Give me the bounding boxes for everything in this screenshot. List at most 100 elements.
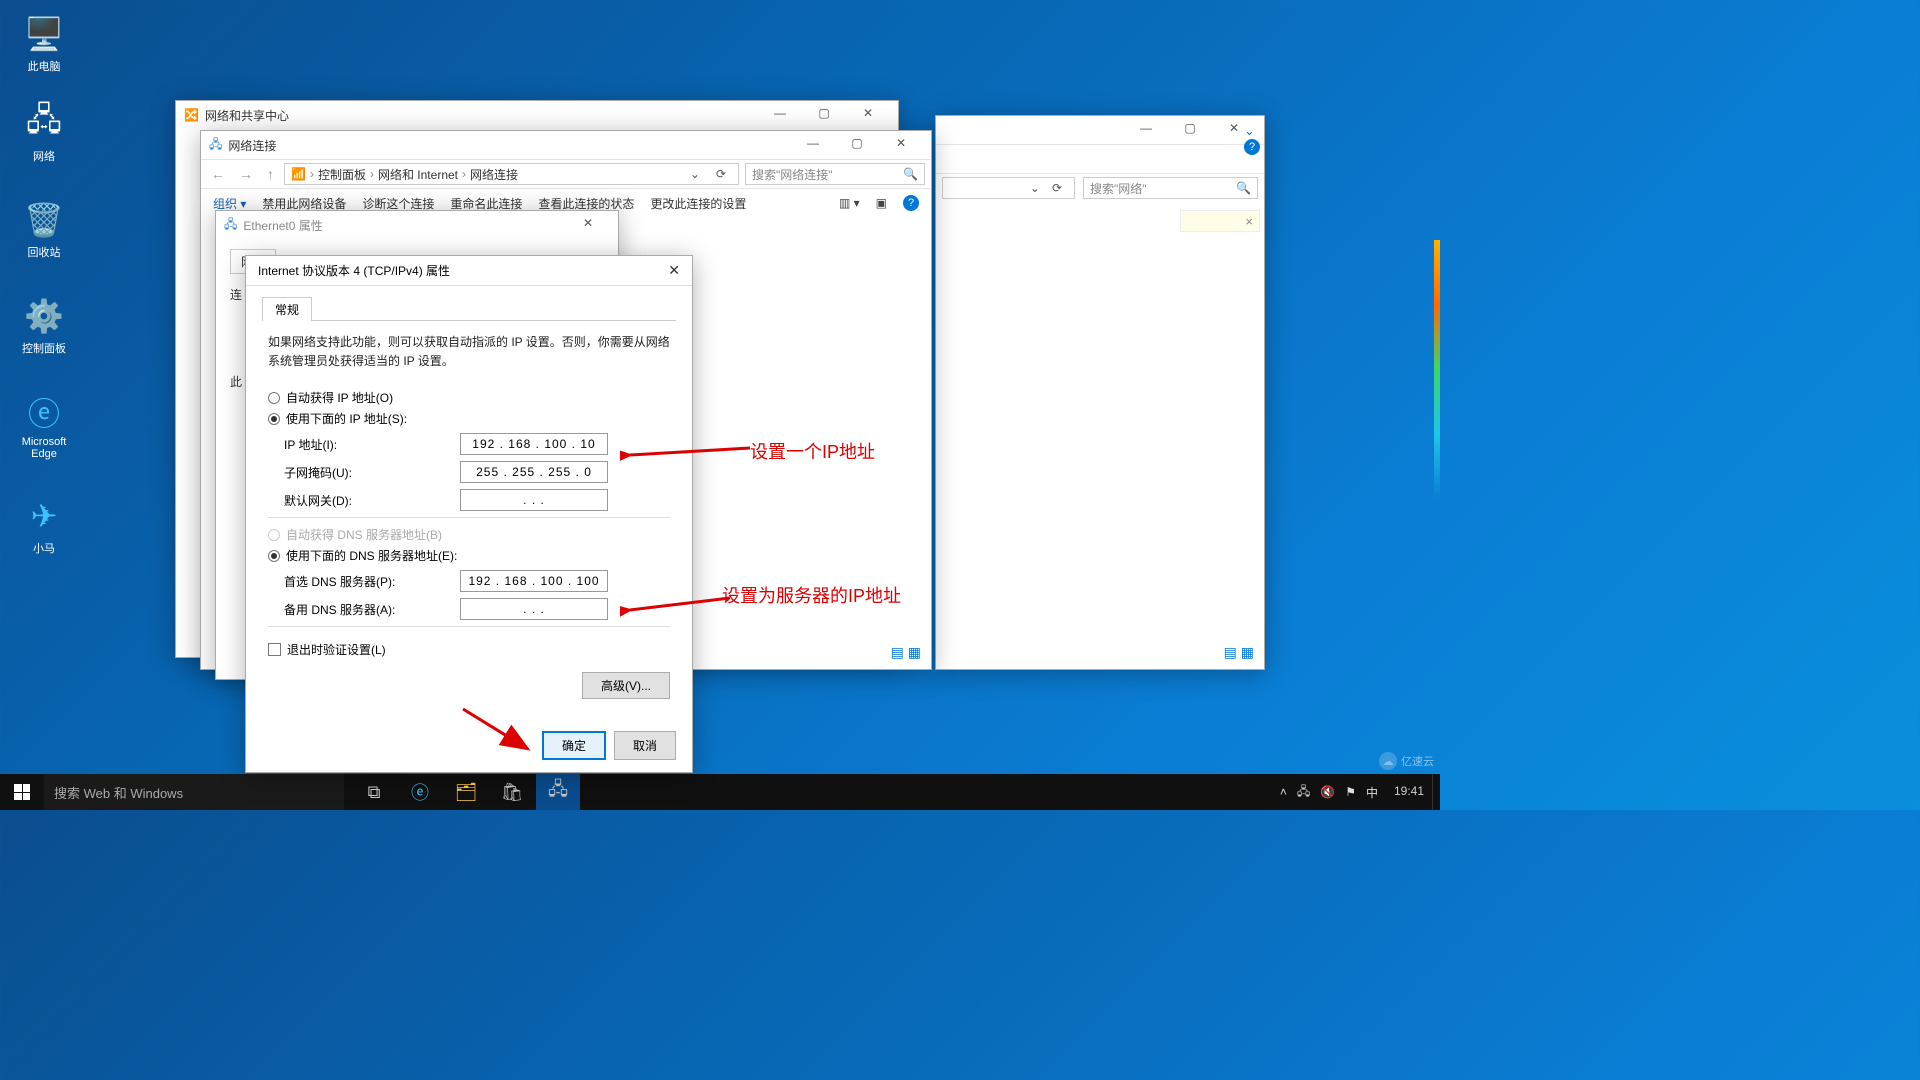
- close-icon[interactable]: ×: [1245, 214, 1253, 229]
- minimize-button[interactable]: —: [758, 101, 802, 129]
- window-title: 网络和共享中心: [205, 107, 289, 124]
- up-button[interactable]: ↑: [263, 166, 278, 182]
- pc-icon: 🖥️: [24, 14, 64, 54]
- crumb-control-panel[interactable]: 控制面板: [318, 166, 366, 183]
- taskbar-clock[interactable]: 19:41: [1386, 785, 1432, 798]
- dialog-ipv4-properties: Internet 协议版本 4 (TCP/IPv4) 属性 ✕ 常规 如果网络支…: [245, 255, 693, 773]
- start-button[interactable]: [0, 774, 44, 810]
- cmd-change[interactable]: 更改此连接的设置: [650, 195, 746, 212]
- tray-volume-icon[interactable]: 🔇: [1320, 785, 1335, 799]
- desktop-icon-control-panel[interactable]: ⚙️ 控制面板: [8, 296, 80, 356]
- task-view-button[interactable]: ⧉: [352, 774, 396, 810]
- titlebar[interactable]: — ▢ ✕: [936, 116, 1264, 144]
- address-bar-row: ← → ↑ 📶 › 控制面板 › 网络和 Internet › 网络连接 ⌄ ⟳…: [201, 159, 931, 189]
- dialog-titlebar[interactable]: Internet 协议版本 4 (TCP/IPv4) 属性 ✕: [246, 256, 692, 286]
- info-bar[interactable]: ×: [1180, 210, 1260, 232]
- label-alternate-dns: 备用 DNS 服务器(A):: [284, 601, 460, 618]
- system-tray[interactable]: ˄ 🖧 🔇 ⚑ 中: [1272, 782, 1386, 803]
- show-desktop-button[interactable]: [1432, 774, 1440, 810]
- watermark: ☁亿速云: [1379, 752, 1434, 770]
- refresh-button[interactable]: ⟳: [1046, 181, 1068, 195]
- search-input[interactable]: 搜索"网络连接" 🔍: [745, 163, 925, 185]
- maximize-button[interactable]: ▢: [802, 101, 846, 129]
- desktop-icon-label: 控制面板: [8, 340, 80, 356]
- crumb-network-connections[interactable]: 网络连接: [470, 166, 518, 183]
- titlebar[interactable]: 🖧 网络连接 — ▢ ✕: [201, 131, 931, 159]
- input-alternate-dns[interactable]: . . .: [460, 598, 608, 620]
- preview-pane-button[interactable]: ▣: [876, 196, 887, 210]
- cmd-disable[interactable]: 禁用此网络设备: [262, 195, 346, 212]
- adapter-icon: 🖧: [224, 215, 237, 236]
- window-title: 网络连接: [228, 137, 276, 154]
- close-button[interactable]: ✕: [879, 131, 923, 159]
- tray-network-icon[interactable]: 🖧: [1297, 782, 1310, 803]
- input-subnet-mask[interactable]: 255 . 255 . 255 . 0: [460, 461, 608, 483]
- help-icon[interactable]: ?: [1244, 139, 1260, 155]
- desktop-icon-edge[interactable]: ⓔ Microsoft Edge: [8, 392, 80, 460]
- minimize-button[interactable]: —: [791, 131, 835, 159]
- desktop-icon-recycle-bin[interactable]: 🗑️ 回收站: [8, 200, 80, 260]
- taskbar-app-running[interactable]: 🖧: [536, 774, 580, 810]
- taskbar-app-edge[interactable]: ⓔ: [398, 774, 442, 810]
- tab-general[interactable]: 常规: [262, 297, 312, 321]
- desktop-icon-label: Microsoft Edge: [8, 436, 80, 460]
- checkbox-validate-exit[interactable]: [268, 643, 281, 656]
- back-button[interactable]: ←: [207, 166, 229, 182]
- tray-overflow-icon[interactable]: ˄: [1280, 785, 1287, 799]
- help-button[interactable]: ?: [903, 195, 919, 211]
- network-icon: 🖧: [24, 104, 64, 144]
- titlebar[interactable]: 🔀 网络和共享中心 — ▢ ✕: [176, 101, 898, 129]
- radio-icon: [268, 529, 280, 541]
- cpanel-icon: ⚙️: [24, 296, 64, 336]
- close-button[interactable]: ✕: [846, 101, 890, 129]
- search-icon: 🔍: [1236, 181, 1251, 195]
- cmd-status[interactable]: 查看此连接的状态: [538, 195, 634, 212]
- search-placeholder: 搜索"网络连接": [752, 166, 833, 183]
- titlebar[interactable]: 🖧 Ethernet0 属性 ✕: [216, 211, 618, 239]
- refresh-button[interactable]: ⟳: [710, 167, 732, 181]
- radio-manual-dns[interactable]: 使用下面的 DNS 服务器地址(E):: [268, 547, 670, 564]
- ok-button[interactable]: 确定: [542, 731, 606, 760]
- maximize-button[interactable]: ▢: [835, 131, 879, 159]
- taskbar-search-input[interactable]: 搜索 Web 和 Windows: [44, 774, 344, 810]
- advanced-button[interactable]: 高级(V)...: [582, 672, 670, 699]
- maximize-button[interactable]: ▢: [1168, 116, 1212, 144]
- forward-button[interactable]: →: [235, 166, 257, 182]
- taskbar: 搜索 Web 和 Windows ⧉ ⓔ 🗂 🛍 🖧 ˄ 🖧 🔇 ⚑ 中 19:…: [0, 774, 1440, 810]
- tray-ime-icon[interactable]: 中: [1366, 784, 1378, 801]
- radio-manual-ip[interactable]: 使用下面的 IP 地址(S):: [268, 410, 670, 427]
- organize-menu[interactable]: 组织 ▾: [213, 195, 246, 212]
- taskbar-app-store[interactable]: 🛍: [490, 774, 534, 810]
- window-title: Ethernet0 属性: [243, 217, 322, 234]
- desktop-icon-this-pc[interactable]: 🖥️ 此电脑: [8, 14, 80, 74]
- label-ip-address: IP 地址(I):: [284, 436, 460, 453]
- dialog-title-text: Internet 协议版本 4 (TCP/IPv4) 属性: [258, 262, 450, 279]
- view-icons[interactable]: ▤ ▦: [891, 644, 921, 661]
- taskbar-app-explorer[interactable]: 🗂: [444, 774, 488, 810]
- input-preferred-dns[interactable]: 192 . 168 . 100 . 100: [460, 570, 608, 592]
- close-button[interactable]: ✕: [668, 262, 680, 279]
- search-input[interactable]: 搜索"网络" 🔍: [1083, 177, 1258, 199]
- edge-accent-strip: [1434, 240, 1440, 500]
- breadcrumb[interactable]: 📶 › 控制面板 › 网络和 Internet › 网络连接 ⌄ ⟳: [284, 163, 739, 185]
- desktop-icon-network[interactable]: 🖧 网络: [8, 104, 80, 164]
- dropdown-icon[interactable]: ⌄: [684, 167, 706, 181]
- input-default-gateway[interactable]: . . .: [460, 489, 608, 511]
- search-placeholder: 搜索 Web 和 Windows: [54, 783, 183, 802]
- radio-auto-ip[interactable]: 自动获得 IP 地址(O): [268, 389, 670, 406]
- view-menu[interactable]: ▥ ▾: [839, 196, 860, 210]
- cmd-diagnose[interactable]: 诊断这个连接: [362, 195, 434, 212]
- cmd-rename[interactable]: 重命名此连接: [450, 195, 522, 212]
- view-icons[interactable]: ▤ ▦: [1224, 644, 1254, 661]
- desktop-icon-label: 小马: [8, 540, 80, 556]
- edge-icon: ⓔ: [24, 392, 64, 432]
- input-ip-address[interactable]: 192 . 168 . 100 . 10: [460, 433, 608, 455]
- tray-flag-icon[interactable]: ⚑: [1345, 785, 1356, 799]
- cancel-button[interactable]: 取消: [614, 731, 676, 760]
- minimize-button[interactable]: —: [1124, 116, 1168, 144]
- close-button[interactable]: ✕: [566, 211, 610, 239]
- crumb-network-internet[interactable]: 网络和 Internet: [378, 166, 458, 183]
- desktop-icon-xiaoma[interactable]: ✈ 小马: [8, 496, 80, 556]
- dropdown-icon[interactable]: ⌄: [1024, 181, 1046, 195]
- app-icon: 🖧: [209, 135, 222, 156]
